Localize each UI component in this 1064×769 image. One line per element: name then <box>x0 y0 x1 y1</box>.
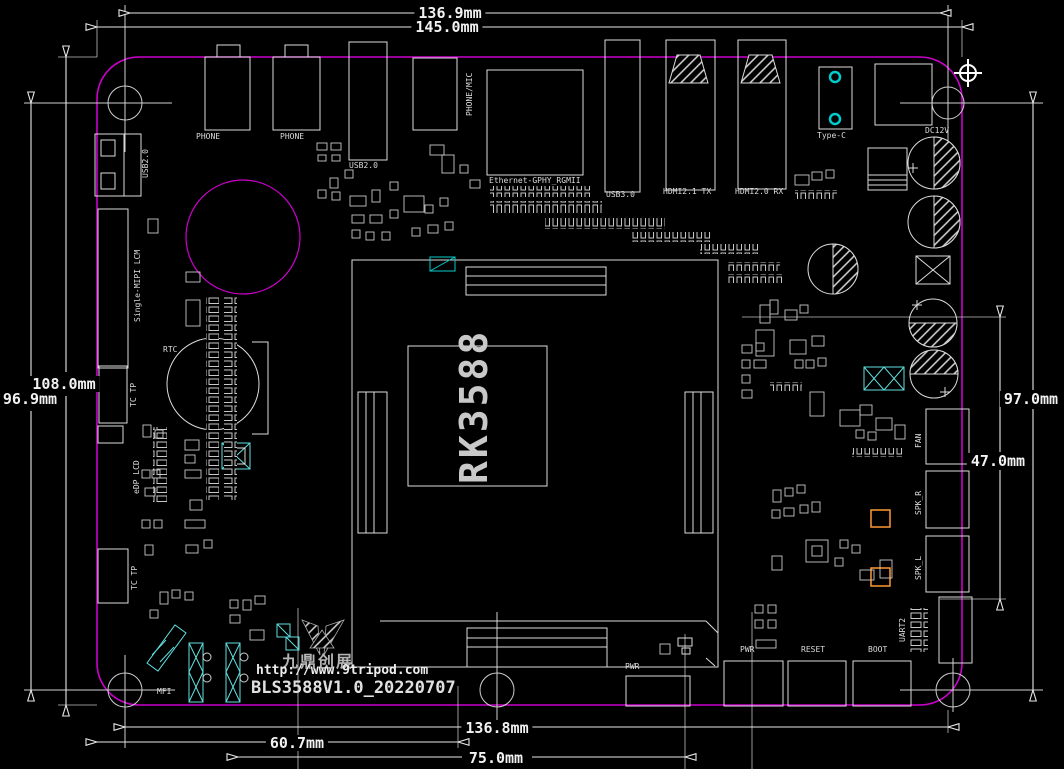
mfi-label: MFI <box>157 687 171 696</box>
tc-tp-connector-a <box>99 366 127 423</box>
dim-top-outer: 145.0mm <box>411 19 482 35</box>
usb3-label: USB3.0 <box>606 190 635 199</box>
ram-chip-left <box>358 392 387 533</box>
usb2-top-connector <box>349 42 387 160</box>
boot-button <box>853 661 911 706</box>
soc-name: RK3588 <box>452 329 496 484</box>
hdmi-rx-connector <box>738 40 786 189</box>
hdmi-tx-connector <box>666 40 715 190</box>
left-connectors <box>95 134 167 603</box>
usb2-side-label: USB2.0 <box>141 149 150 178</box>
speaker-outline <box>186 180 300 294</box>
dc12v-label: DC12V <box>925 126 949 135</box>
vendor-website: http://www.9tripod.com <box>256 663 428 678</box>
pwr-conn-label: PWR <box>625 662 639 671</box>
uart2-label: UART2 <box>898 618 907 642</box>
pwr-connector <box>626 676 690 706</box>
spk-l-label: SPK_L <box>914 556 923 580</box>
hdmi-rx-label: HDMI2.0 RX <box>735 187 783 196</box>
antenna-connector <box>147 625 186 671</box>
reset-button <box>788 661 846 706</box>
board-model: BLS3588V1.0_20220707 <box>251 678 456 698</box>
diode-pair <box>277 624 299 650</box>
phone-b-label: PHONE <box>280 132 304 141</box>
ethernet-label: Ethernet-GPHY_RGMII <box>489 176 581 185</box>
pcb-drawing <box>0 0 1064 769</box>
hdmi-tx-label: HDMI2.1 TX <box>663 187 711 196</box>
top-connectors <box>205 40 932 192</box>
ram-chip-right <box>685 392 713 533</box>
type-c-connector <box>819 67 852 129</box>
usb2-side-connector <box>95 134 141 196</box>
soc-module <box>352 257 718 667</box>
dim-bottom-center: 75.0mm <box>465 750 527 766</box>
pwr-button <box>724 661 783 706</box>
reset-button-label: RESET <box>801 645 825 654</box>
power-inductor <box>864 367 904 390</box>
ethernet-connector <box>487 70 583 175</box>
dim-bottom-inner: 136.8mm <box>461 720 532 736</box>
spk-r-label: SPK_R <box>914 491 923 515</box>
dc12v-jack <box>875 64 932 125</box>
usb3-connector <box>605 40 640 192</box>
usb-header-b <box>226 643 248 702</box>
type-c-label: Type-C <box>817 131 846 140</box>
pcb-cad-view: 136.9mm 145.0mm 108.0mm 96.9mm 97.0mm 47… <box>0 0 1064 769</box>
rtc-label: RTC <box>163 345 177 354</box>
mounting-holes <box>24 5 1043 748</box>
fan-label: FAN <box>914 434 923 448</box>
tc-tp-a-label: TC TP <box>129 383 138 407</box>
phone-mic-label: PHONE/MIC <box>465 73 474 116</box>
pwr-button-label: PWR <box>740 645 754 654</box>
phone-mic-jack <box>413 58 457 130</box>
tc-tp-b-label: TC TP <box>130 566 139 590</box>
usb-header-a <box>189 643 211 702</box>
phone-a-label: PHONE <box>196 132 220 141</box>
dim-right-inner: 47.0mm <box>967 453 1029 469</box>
tc-tp-connector-b <box>98 549 128 603</box>
capacitors <box>808 137 960 398</box>
dim-left-inner: 96.9mm <box>0 391 61 407</box>
usb2-top-label: USB2.0 <box>349 161 378 170</box>
boot-button-label: BOOT <box>868 645 887 654</box>
dim-right-outer: 97.0mm <box>1000 391 1062 407</box>
mipi-lcm-label: Single-MIPI LCM <box>133 250 142 322</box>
dim-bottom-left: 60.7mm <box>266 735 328 751</box>
smd-pad-strips <box>206 186 904 500</box>
mipi-lcm-connector <box>98 209 128 368</box>
edp-lcd-label: eDP LCD <box>132 460 141 494</box>
